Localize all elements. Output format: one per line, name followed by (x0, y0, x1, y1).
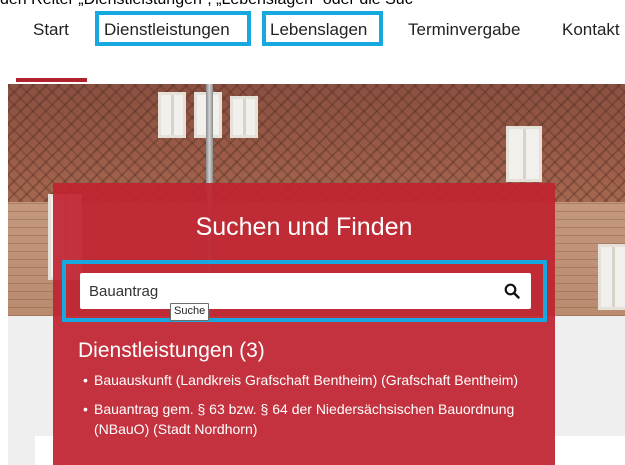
search-input[interactable] (80, 273, 492, 309)
highlight-dienstleistungen (95, 11, 251, 46)
active-tab-indicator (16, 78, 87, 82)
highlight-lebenslagen (262, 11, 383, 46)
nav-start[interactable]: Start (33, 20, 69, 40)
search-panel-title: Suchen und Finden (195, 213, 413, 241)
dormer-window (230, 96, 258, 138)
search-icon (504, 283, 520, 299)
search-box (80, 273, 531, 309)
result-link[interactable]: Bauauskunft (Landkreis Grafschaft Benthe… (78, 370, 548, 390)
search-tooltip: Suche (170, 303, 210, 321)
search-results: Dienstleistungen (3) Bauauskunft (Landkr… (78, 338, 548, 439)
search-button[interactable] (493, 273, 531, 309)
dormer-window (506, 126, 542, 182)
facade-window (598, 244, 625, 310)
dormer-window (158, 92, 186, 138)
nav-kontakt[interactable]: Kontakt (562, 20, 620, 40)
results-heading: Dienstleistungen (3) (78, 339, 265, 362)
nav-terminvergabe[interactable]: Terminvergabe (408, 20, 520, 40)
result-link[interactable]: Bauantrag gem. § 63 bzw. § 64 der Nieder… (78, 399, 548, 439)
